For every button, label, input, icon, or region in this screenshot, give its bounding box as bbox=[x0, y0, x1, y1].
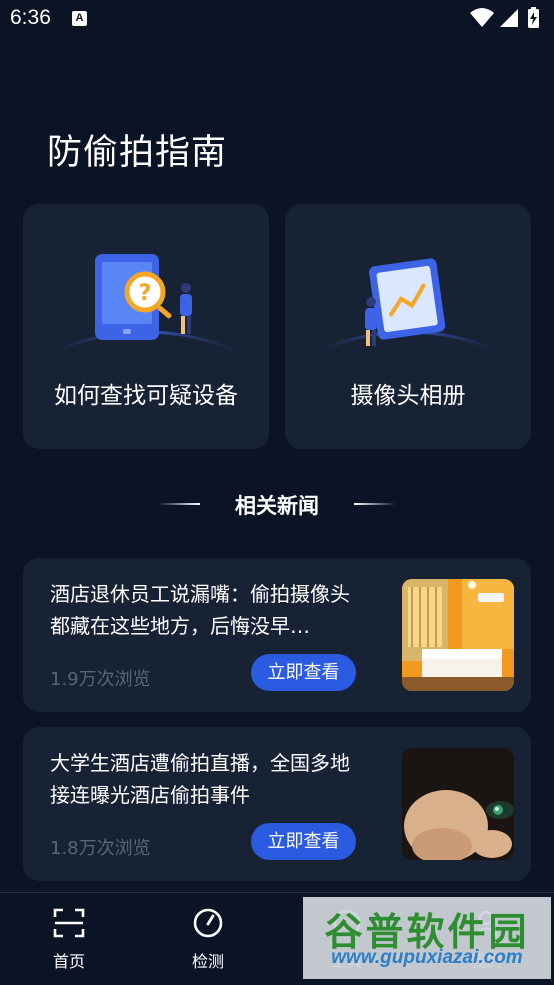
news-view-count: 1.9万次浏览 bbox=[50, 669, 151, 690]
a-badge-icon: A bbox=[72, 11, 87, 26]
wifi-icon bbox=[470, 8, 494, 27]
status-icons bbox=[470, 7, 539, 28]
news-item[interactable]: 大学生酒店遭偷拍直播，全国多地接连曝光酒店偷拍事件 1.8万次浏览 立即查看 bbox=[23, 727, 531, 881]
tab-label-detect: 检测 bbox=[191, 952, 224, 971]
status-time: 6:36 bbox=[10, 6, 51, 29]
status-bar: 6:36 A bbox=[0, 0, 554, 38]
view-now-button[interactable]: 立即查看 bbox=[251, 654, 356, 691]
hidden-camera-photo bbox=[402, 748, 514, 860]
find-suspicious-device-card[interactable]: ? 如何查找可疑设备 bbox=[23, 204, 269, 449]
news-title: 大学生酒店遭偷拍直播，全国多地接连曝光酒店偷拍事件 bbox=[50, 751, 350, 807]
page-title: 防偷拍指南 bbox=[47, 133, 228, 173]
photo-album-icon bbox=[314, 258, 502, 354]
section-title: 相关新闻 bbox=[235, 494, 319, 518]
view-now-button[interactable]: 立即查看 bbox=[251, 823, 356, 860]
related-news-heading: 相关新闻 bbox=[0, 488, 554, 520]
svg-text:?: ? bbox=[139, 281, 152, 306]
news-item[interactable]: 酒店退休员工说漏嘴：偷拍摄像头都藏在这些地方，后悔没早… 1.9万次浏览 立即查… bbox=[23, 558, 531, 712]
tab-detect[interactable]: 检测 bbox=[158, 893, 258, 985]
magnifier-tablet-icon: ? bbox=[52, 254, 240, 354]
gauge-icon bbox=[193, 908, 223, 938]
hotel-room-photo bbox=[402, 579, 514, 691]
news-title: 酒店退休员工说漏嘴：偷拍摄像头都藏在这些地方，后悔没早… bbox=[50, 582, 350, 638]
news-view-count: 1.8万次浏览 bbox=[50, 838, 151, 859]
card-label-camera-album: 摄像头相册 bbox=[350, 383, 466, 409]
tab-label-home: 首页 bbox=[52, 952, 85, 971]
battery-icon bbox=[528, 7, 539, 28]
heading-divider-right bbox=[354, 503, 396, 505]
card-label-find-device: 如何查找可疑设备 bbox=[54, 383, 238, 409]
camera-album-card[interactable]: 摄像头相册 bbox=[285, 204, 531, 449]
tab-home[interactable]: 首页 bbox=[19, 893, 119, 985]
watermark-url: www.gupuxiazai.com bbox=[331, 947, 523, 968]
scan-frame-icon bbox=[53, 908, 85, 938]
signal-icon bbox=[500, 9, 518, 27]
watermark-logo: 谷普软件园 www.gupuxiazai.com bbox=[303, 897, 551, 979]
